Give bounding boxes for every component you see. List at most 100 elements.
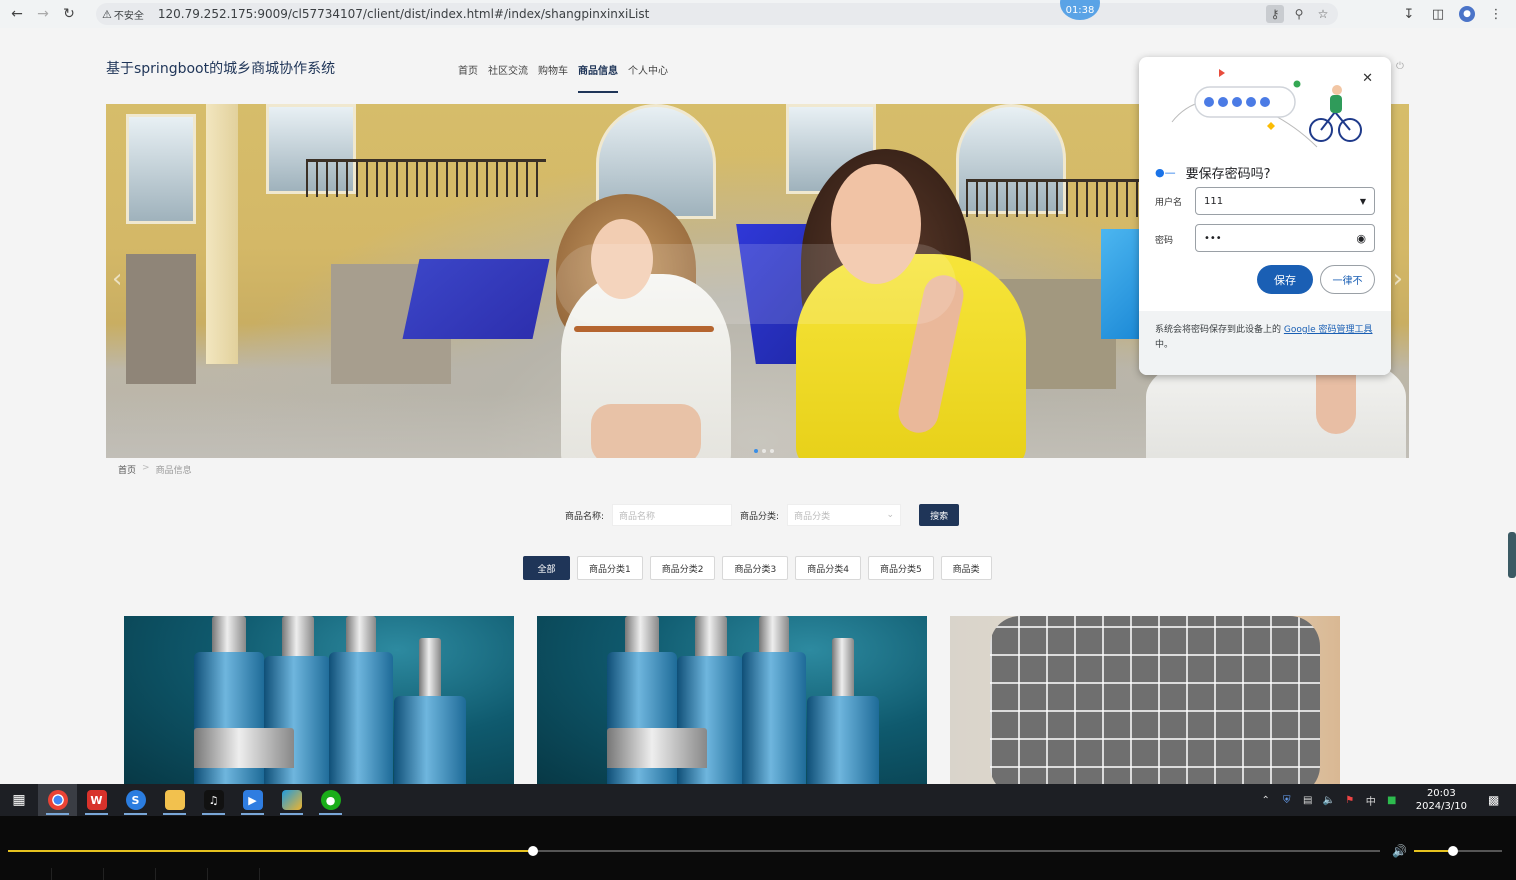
system-clock[interactable]: 20:03 2024/3/10 [1416,787,1467,813]
reading-pillow [990,616,1320,784]
banner-watermark [556,244,956,324]
model-legs [591,404,701,458]
store-icon[interactable] [272,784,311,816]
category-3-button[interactable]: 商品分类3 [722,556,789,580]
category-2-button[interactable]: 商品分类2 [649,556,716,580]
url-text[interactable]: 120.79.252.175:9009/cl57734107/client/di… [158,7,649,21]
windows-start-icon[interactable]: ▦ [0,784,38,816]
tiktok-icon[interactable]: ♫ [194,784,233,816]
chevron-up-icon[interactable]: ⌃ [1259,795,1273,806]
balcony-railing [306,159,546,197]
system-tray: ⌃ ⛨ ▤ 🔈 ⚑ 中 ■ 20:03 2024/3/10 ▩ [1259,784,1516,816]
wechat-icon[interactable]: ● [311,784,350,816]
carousel-dot[interactable] [754,449,758,453]
profile-avatar-icon[interactable]: ● [1455,2,1479,26]
carousel-dot[interactable] [762,449,766,453]
player-bottom-strip [0,868,1516,880]
nav-item-home[interactable]: 首页 [458,62,478,93]
category-6-button[interactable]: 商品类 [940,556,992,580]
save-password-dialog: ✕ ●— 要保存密码吗? 用户名 111 ▼ 密码 ••• ◉ 保存 一律不 系… [1139,57,1391,375]
green-app-icon[interactable]: ■ [1385,795,1399,806]
jar-lid [607,728,707,768]
bottle-cap [346,616,376,656]
eye-icon[interactable]: ◉ [1356,232,1366,245]
password-field[interactable]: ••• ◉ [1195,224,1375,252]
menu-kebab-icon[interactable]: ⋮ [1484,2,1508,26]
bottle-cap [212,616,246,656]
nav-item-products[interactable]: 商品信息 [578,62,618,93]
page-scrollbar-thumb[interactable] [1508,532,1516,578]
playback-progress-knob[interactable] [528,846,539,856]
category-select-placeholder: 商品分类 [794,511,831,522]
notification-icon[interactable]: ▩ [1488,793,1510,807]
shield-icon[interactable]: ⛨ [1280,795,1294,806]
download-icon[interactable]: ↧ [1397,2,1421,26]
video-player-bar: 🔊 [0,816,1516,880]
video-player-icon[interactable]: ▶ [233,784,272,816]
password-manager-link[interactable]: Google 密码管理工具 [1284,325,1373,335]
forward-icon[interactable]: → [30,1,56,27]
breadcrumb-home[interactable]: 首页 [118,463,136,476]
never-button[interactable]: 一律不 [1320,265,1375,294]
sogou-icon[interactable]: S [116,784,155,816]
speaker-icon[interactable]: 🔊 [1392,844,1407,858]
product-card-image[interactable] [124,616,514,784]
category-5-button[interactable]: 商品分类5 [867,556,934,580]
save-button[interactable]: 保存 [1257,265,1313,294]
dialog-footer: 系统会将密码保存到此设备上的 Google 密码管理工具中。 [1139,311,1391,375]
wps-icon[interactable]: W [77,784,116,816]
antivirus-icon[interactable]: ⚑ [1343,795,1357,806]
bottle-cap [695,616,727,660]
category-1-button[interactable]: 商品分类1 [577,556,643,580]
zoom-icon[interactable]: ⚲ [1290,5,1308,23]
bookmark-star-icon[interactable]: ☆ [1314,5,1332,23]
security-indicator[interactable]: ⚠ 不安全 [102,7,144,22]
password-key-icon[interactable]: ⚷ [1266,5,1284,23]
site-title[interactable]: 基于springboot的城乡商城协作系统 [106,58,335,78]
ime-indicator[interactable]: 中 [1364,793,1378,808]
footer-text: 系统会将密码保存到此设备上的 [1155,325,1282,335]
nav-item-community[interactable]: 社区交流 [488,62,528,93]
address-bar[interactable]: ⚠ 不安全 120.79.252.175:9009/cl57734107/cli… [96,3,1338,25]
carousel-dot[interactable] [770,449,774,453]
volume-knob[interactable] [1447,846,1458,856]
product-name-input[interactable]: 商品名称 [612,504,733,526]
volume-fill [1414,850,1453,852]
bottle-cap [419,638,441,698]
reload-icon[interactable]: ↻ [56,1,82,27]
nav-item-cart[interactable]: 购物车 [538,62,568,93]
product-card-image[interactable] [537,616,927,784]
product-name-label: 商品名称: [565,511,605,522]
cosmetic-bottle [807,696,879,784]
cosmetic-bottle [394,696,466,784]
main-nav: 首页 社区交流 购物车 商品信息 个人中心 [458,62,668,93]
product-category-label: 商品分类: [740,511,780,522]
password-illustration [1171,69,1362,148]
network-icon[interactable]: ▤ [1301,795,1315,806]
search-button[interactable]: 搜索 [919,504,960,526]
chrome-icon[interactable] [38,784,77,816]
close-icon[interactable]: ✕ [1362,71,1373,86]
clock-date: 2024/3/10 [1415,801,1467,812]
caret-down-icon[interactable]: ▼ [1360,197,1366,206]
search-bar: 商品名称: 商品名称 商品分类: 商品分类 ⌄ 搜索 [565,504,960,526]
nav-item-profile[interactable]: 个人中心 [628,62,668,93]
category-all-button[interactable]: 全部 [523,556,570,580]
product-card-image[interactable] [950,616,1340,784]
back-icon[interactable]: ← [4,1,30,27]
carousel-next-icon[interactable]: › [1393,264,1403,294]
logout-power-icon[interactable]: ⏻ [1396,61,1404,72]
password-value: ••• [1204,232,1222,244]
carousel-prev-icon[interactable]: ‹ [112,264,122,294]
bottle-cap [282,616,314,660]
side-panel-icon[interactable]: ◫ [1426,2,1450,26]
shopping-bag [1101,229,1141,339]
category-filter: 全部 商品分类1 商品分类2 商品分类3 商品分类4 商品分类5 商品类 [523,556,992,580]
volume-icon[interactable]: 🔈 [1322,795,1336,806]
category-4-button[interactable]: 商品分类4 [795,556,861,580]
breadcrumb-current: 商品信息 [155,466,192,476]
product-category-select[interactable]: 商品分类 ⌄ [787,504,902,526]
dialog-title: 要保存密码吗? [1185,167,1271,182]
file-explorer-icon[interactable] [155,784,194,816]
username-field[interactable]: 111 ▼ [1195,187,1375,215]
